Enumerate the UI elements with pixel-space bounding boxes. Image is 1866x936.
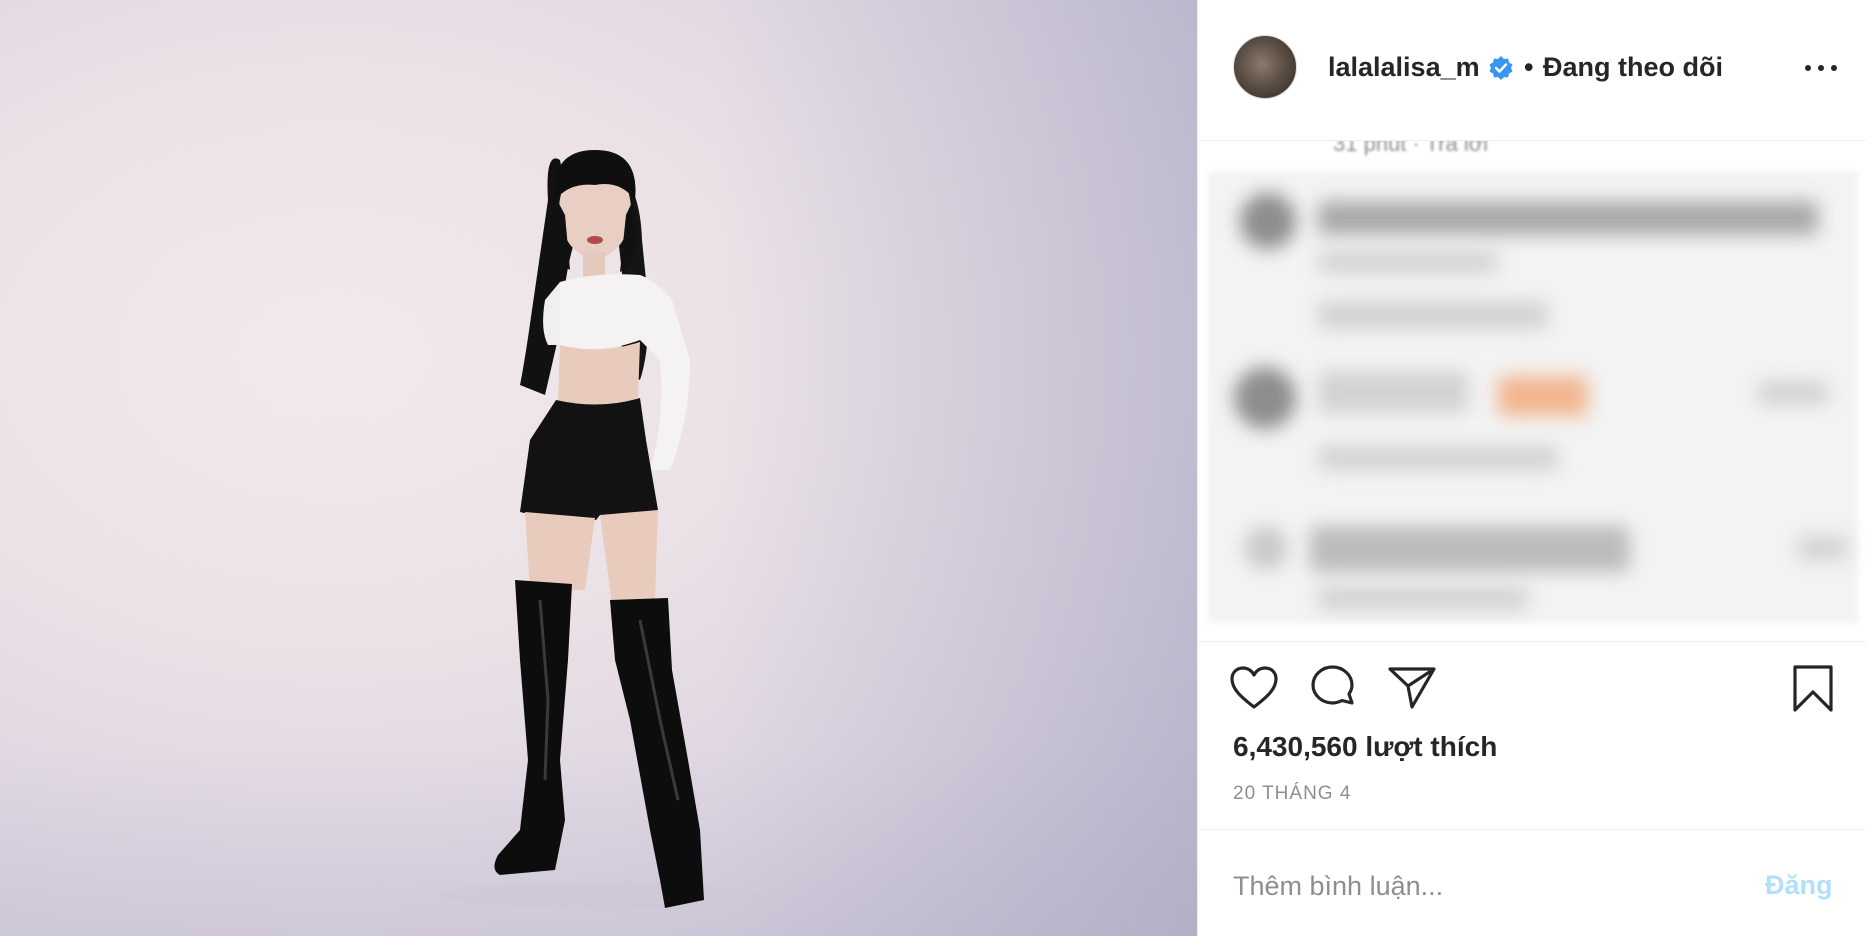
- comment-avatar: [1240, 193, 1296, 249]
- comment-text: [1318, 371, 1468, 413]
- bookmark-icon[interactable]: [1790, 664, 1836, 714]
- comment-meta: 31 phút · Trả lời: [1333, 141, 1489, 156]
- comment-text: [1318, 201, 1818, 235]
- comment-box-divider: [1198, 829, 1866, 830]
- photo-subject: [440, 150, 760, 909]
- comment-meta-blurred: [1318, 446, 1558, 470]
- actions-divider: [1198, 641, 1866, 642]
- comment-input[interactable]: [1233, 866, 1733, 906]
- comment-meta-blurred: [1318, 301, 1548, 329]
- paper-plane-icon[interactable]: [1387, 664, 1437, 710]
- comment-meta-blurred: [1318, 586, 1528, 610]
- post-date[interactable]: 20 THÁNG 4: [1233, 783, 1351, 805]
- comment-meta-blurred: [1318, 251, 1498, 273]
- comment-bubble-icon[interactable]: [1308, 663, 1358, 713]
- avatar[interactable]: [1233, 35, 1297, 99]
- verified-badge-icon: [1489, 56, 1513, 80]
- comment-emoji: [1498, 376, 1588, 416]
- comments-list[interactable]: 31 phút · Trả lời: [1198, 141, 1866, 641]
- more-options-icon[interactable]: [1803, 55, 1839, 81]
- comment-like-blurred: [1758, 381, 1828, 405]
- post-header: lalalalisa_m • Đang theo dõi: [1198, 0, 1866, 141]
- post-photo[interactable]: [0, 0, 1197, 936]
- header-separator: •: [1524, 52, 1534, 82]
- comment-text: [1310, 526, 1630, 572]
- username-link[interactable]: lalalalisa_m: [1328, 52, 1480, 83]
- following-button[interactable]: Đang theo dõi: [1543, 52, 1723, 83]
- likes-count[interactable]: 6,430,560 lượt thích: [1233, 731, 1497, 763]
- heart-icon[interactable]: [1229, 665, 1279, 711]
- post-comment-button[interactable]: Đăng: [1765, 870, 1833, 901]
- comment-like-blurred: [1798, 536, 1848, 560]
- comment-avatar: [1234, 367, 1296, 429]
- post-sidebar: lalalalisa_m • Đang theo dõi 31 phút · T…: [1197, 0, 1866, 936]
- comment-avatar: [1244, 526, 1288, 570]
